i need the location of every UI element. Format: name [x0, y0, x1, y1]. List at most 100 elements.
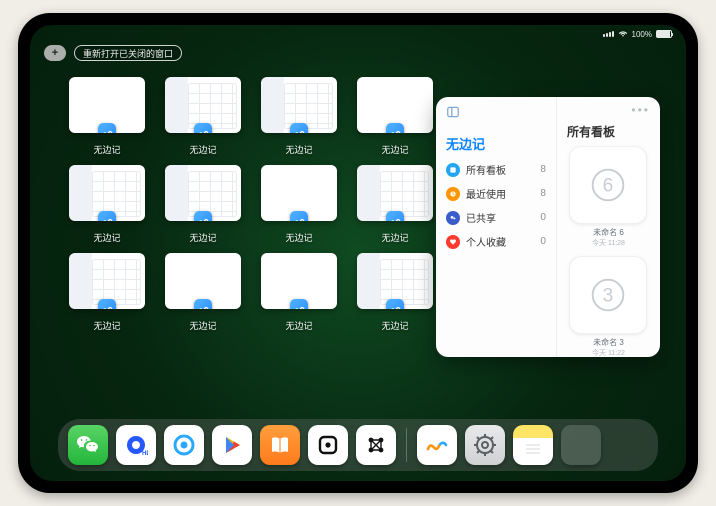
board-name: 未命名 3今天 11:22: [567, 337, 650, 357]
thumbnail-label: 无边记: [189, 143, 216, 156]
app-library-icon[interactable]: [561, 425, 601, 465]
thumbnail-preview: [165, 165, 241, 221]
window-thumbnail[interactable]: 无边记: [164, 77, 242, 157]
thumbnail-preview: [165, 253, 241, 309]
thumbnail-preview: [261, 165, 337, 221]
freeform-badge-icon: [386, 211, 404, 221]
cellular-icon: [603, 31, 614, 37]
sidebar-toggle-icon[interactable]: [446, 105, 460, 124]
more-options-icon[interactable]: •••: [631, 103, 650, 117]
thumbnail-preview: [165, 77, 241, 133]
battery-percent: 100%: [632, 30, 652, 39]
svg-text:6: 6: [603, 176, 614, 197]
thumbnail-label: 无边记: [189, 231, 216, 244]
panel-title-left: 无边记: [446, 134, 546, 153]
wifi-icon: [618, 30, 628, 38]
settings-icon[interactable]: [465, 425, 505, 465]
freeform-badge-icon: [290, 123, 308, 133]
category-icon: [446, 187, 460, 201]
svg-text:3: 3: [603, 286, 614, 307]
category-row[interactable]: 个人收藏 0: [446, 234, 546, 249]
svg-text:HD: HD: [142, 451, 148, 457]
window-thumbnail[interactable]: 无边记: [356, 77, 434, 157]
freeform-badge-icon: [386, 123, 404, 133]
category-label: 个人收藏: [466, 234, 506, 249]
category-count: 0: [540, 212, 546, 223]
board-time: 今天 11:22: [567, 348, 650, 357]
category-label: 所有看板: [466, 162, 506, 177]
top-toolbar: + 重新打开已关闭的窗口: [44, 45, 182, 61]
freeform-badge-icon: [194, 211, 212, 221]
board-name: 未命名 6今天 11:28: [567, 227, 650, 248]
play-icon[interactable]: [212, 425, 252, 465]
window-thumbnail[interactable]: 无边记: [260, 253, 338, 333]
thumbnail-label: 无边记: [381, 319, 408, 332]
panel-categories-column: 无边记 所有看板 8 最近使用8 已共享 0 个人收藏 0: [436, 97, 557, 357]
freeform-app-icon[interactable]: [417, 425, 457, 465]
thumbnail-preview: [261, 77, 337, 133]
category-count: 8: [540, 164, 546, 175]
category-label: 最近使用: [466, 186, 506, 201]
window-thumbnail[interactable]: 无边记: [68, 77, 146, 157]
reopen-closed-window-button[interactable]: 重新打开已关闭的窗口: [74, 45, 182, 61]
freeform-badge-icon: [386, 299, 404, 309]
freeform-badge-icon: [98, 299, 116, 309]
thumbnail-label: 无边记: [93, 231, 120, 244]
freeform-badge-icon: [194, 123, 212, 133]
window-thumbnail[interactable]: 无边记: [68, 165, 146, 245]
category-label: 已共享: [466, 210, 496, 225]
window-thumbnail[interactable]: 无边记: [164, 165, 242, 245]
thumbnail-preview: [357, 165, 433, 221]
card-icon[interactable]: [308, 425, 348, 465]
board-thumbnail: 3: [569, 256, 647, 334]
panel-title-right: 所有看板: [567, 123, 650, 140]
books-icon[interactable]: [260, 425, 300, 465]
wechat-icon[interactable]: [68, 425, 108, 465]
window-thumbnail[interactable]: 无边记: [356, 165, 434, 245]
dock: HD: [58, 419, 658, 471]
new-window-button[interactable]: +: [44, 45, 66, 61]
freeform-badge-icon: [98, 123, 116, 133]
board-thumbnail: 6: [569, 146, 647, 224]
board-item[interactable]: 6 未命名 6今天 11:28: [567, 146, 650, 248]
window-thumbnail[interactable]: 无边记: [164, 253, 242, 333]
category-count: 0: [540, 236, 546, 247]
thumbnail-preview: [69, 77, 145, 133]
notes-icon[interactable]: [513, 425, 553, 465]
thumbnail-preview: [357, 253, 433, 309]
thumbnail-label: 无边记: [285, 231, 312, 244]
category-row[interactable]: 最近使用8: [446, 186, 546, 201]
board-time: 今天 11:28: [567, 238, 650, 248]
thumbnail-label: 无边记: [189, 319, 216, 332]
status-bar: 100%: [30, 25, 686, 43]
window-thumbnail[interactable]: 无边记: [68, 253, 146, 333]
thumbnail-preview: [69, 253, 145, 309]
category-icon: [446, 235, 460, 249]
window-thumbnail[interactable]: 无边记: [260, 165, 338, 245]
window-thumbnail[interactable]: 无边记: [356, 253, 434, 333]
thumbnail-preview: [261, 253, 337, 309]
category-row[interactable]: 所有看板 8: [446, 162, 546, 177]
thumbnail-label: 无边记: [285, 319, 312, 332]
panel-boards-column: ••• 所有看板 6 未命名 6今天 11:28 3 未命名 3今天 11:22: [557, 97, 660, 357]
connect-icon[interactable]: [356, 425, 396, 465]
freeform-badge-icon: [290, 211, 308, 221]
thumbnail-label: 无边记: [381, 143, 408, 156]
freeform-sidebar-panel[interactable]: 无边记 所有看板 8 最近使用8 已共享 0 个人收藏 0 ••• 所有看板 6 未命名 6今…: [436, 97, 660, 357]
window-thumbnails-grid: 无边记无边记无边记无边记无边记无边记无边记无边记无边记无边记无边记无边记: [68, 77, 428, 333]
battery-icon: [656, 30, 672, 38]
thumbnail-label: 无边记: [93, 143, 120, 156]
thumbnail-label: 无边记: [381, 231, 408, 244]
thumbnail-label: 无边记: [93, 319, 120, 332]
quark-a-icon[interactable]: HD: [116, 425, 156, 465]
board-item[interactable]: 3 未命名 3今天 11:22: [567, 256, 650, 357]
thumbnail-preview: [69, 165, 145, 221]
window-thumbnail[interactable]: 无边记: [260, 77, 338, 157]
category-row[interactable]: 已共享 0: [446, 210, 546, 225]
ipad-device-frame: 100% + 重新打开已关闭的窗口 无边记无边记无边记无边记无边记无边记无边记无…: [18, 13, 698, 493]
thumbnail-preview: [357, 77, 433, 133]
freeform-badge-icon: [98, 211, 116, 221]
freeform-badge-icon: [194, 299, 212, 309]
freeform-badge-icon: [290, 299, 308, 309]
quark-b-icon[interactable]: [164, 425, 204, 465]
